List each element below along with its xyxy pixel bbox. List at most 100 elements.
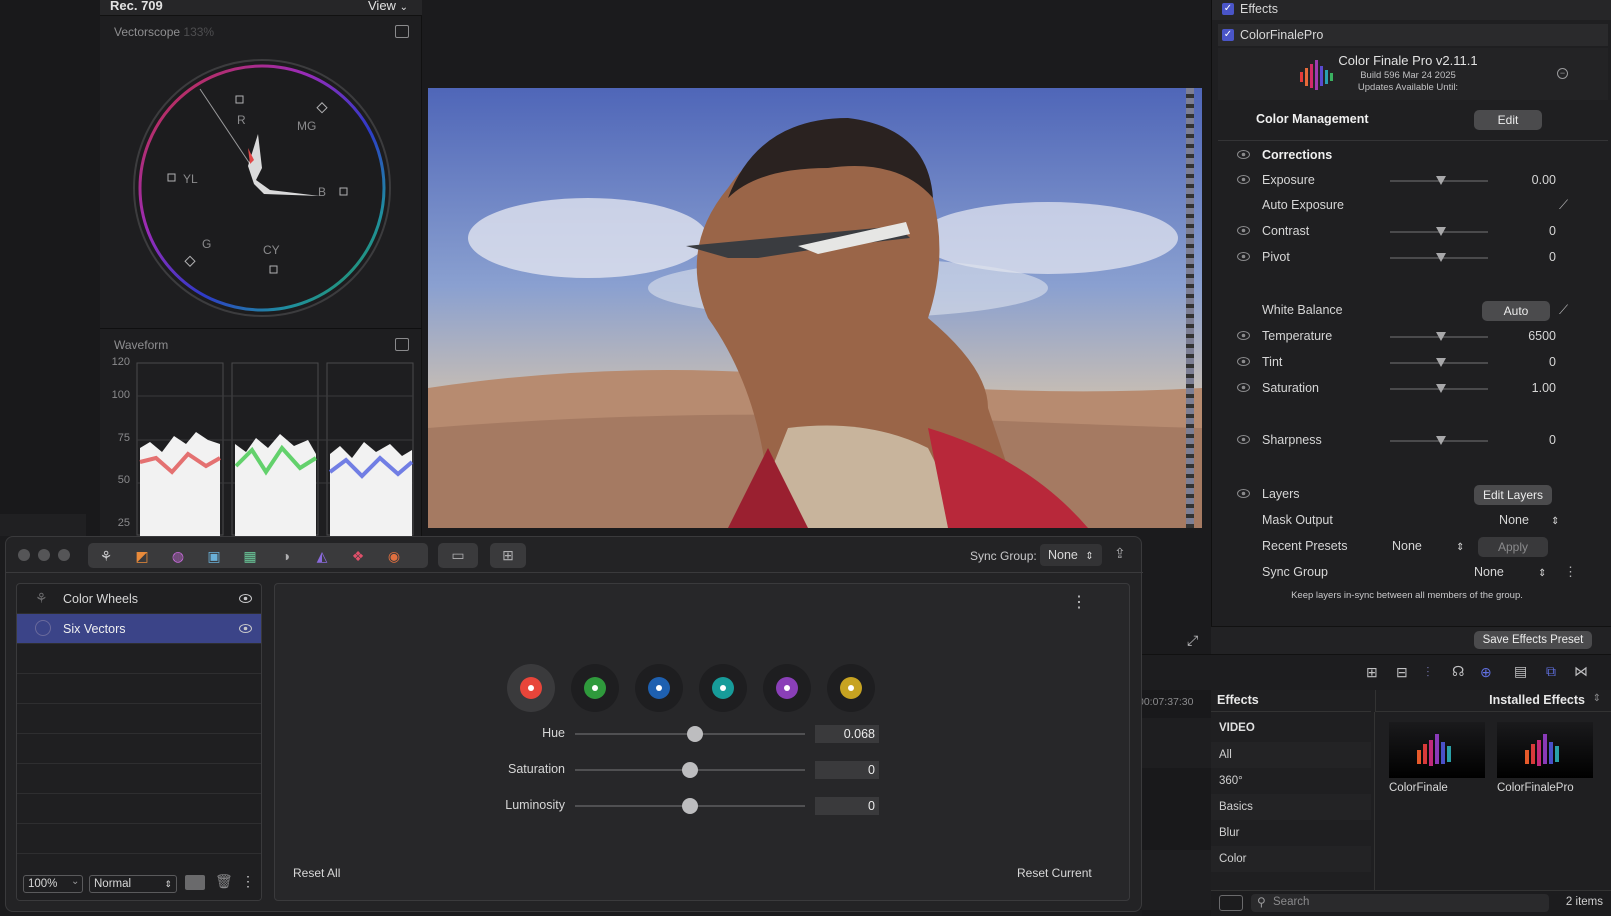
- zoom-window-button[interactable]: [58, 549, 70, 561]
- effect-thumbnail[interactable]: [1497, 722, 1593, 778]
- levels-tool-icon[interactable]: ▣: [202, 545, 226, 567]
- slider-knob[interactable]: [682, 762, 698, 778]
- exposure-value[interactable]: 0.00: [1496, 173, 1556, 187]
- slider-knob[interactable]: [1436, 253, 1446, 262]
- effects-checkbox[interactable]: ✓: [1222, 3, 1234, 15]
- blend-mode-select[interactable]: Normal ⇕: [89, 875, 177, 893]
- exposure-slider[interactable]: [1390, 176, 1488, 185]
- temperature-value[interactable]: 6500: [1496, 329, 1556, 343]
- effect-thumbnail[interactable]: [1389, 722, 1485, 778]
- reset-all-button[interactable]: Reset All: [293, 866, 340, 880]
- filmstrip-icon[interactable]: ▤: [1514, 663, 1527, 680]
- color-management-edit-button[interactable]: Edit: [1474, 110, 1542, 130]
- sync-group-select[interactable]: None ⇕: [1040, 544, 1102, 566]
- effect-enabled-checkbox[interactable]: ✓: [1222, 29, 1234, 41]
- mask-icon[interactable]: [185, 875, 205, 890]
- scope-settings-icon[interactable]: [395, 25, 409, 38]
- slider-knob[interactable]: [682, 798, 698, 814]
- contrast-value[interactable]: 0: [1496, 224, 1556, 238]
- color-vector-red-swatch[interactable]: [507, 664, 555, 712]
- more-options-icon[interactable]: ⋮: [1071, 592, 1087, 612]
- video-viewer[interactable]: [428, 88, 1202, 528]
- eye-icon[interactable]: [1237, 150, 1250, 159]
- grid-button[interactable]: ⊞: [490, 543, 526, 568]
- color-vector-magenta-swatch[interactable]: [763, 664, 811, 712]
- close-window-button[interactable]: [18, 549, 30, 561]
- vector-param-value[interactable]: 0.068: [815, 725, 879, 743]
- slider-knob[interactable]: [1436, 384, 1446, 393]
- slider-knob[interactable]: [1436, 176, 1446, 185]
- eye-icon[interactable]: [239, 594, 252, 603]
- pivot-value[interactable]: 0: [1496, 250, 1556, 264]
- view-menu[interactable]: View ⌄: [368, 0, 408, 13]
- slider-knob[interactable]: [1436, 227, 1446, 236]
- eye-icon[interactable]: [1237, 435, 1250, 444]
- tint-value[interactable]: 0: [1496, 355, 1556, 369]
- eye-icon[interactable]: [1237, 175, 1250, 184]
- eyedropper-icon[interactable]: ⟋: [1559, 302, 1568, 318]
- save-effects-preset-button[interactable]: Save Effects Preset: [1474, 631, 1592, 649]
- layer-row[interactable]: ⚘ Color Wheels: [17, 584, 261, 614]
- transitions-icon[interactable]: ⋈: [1574, 663, 1588, 680]
- solo-icon[interactable]: ⊕: [1480, 664, 1492, 681]
- saturation-slider[interactable]: [1390, 384, 1488, 393]
- sync-group-select[interactable]: None ⇕: [1474, 565, 1554, 579]
- eye-icon[interactable]: [1237, 357, 1250, 366]
- headphones-icon[interactable]: ☊: [1452, 663, 1464, 680]
- white-balance-auto-button[interactable]: Auto: [1482, 301, 1550, 321]
- eye-icon[interactable]: [239, 624, 252, 633]
- saturation-value[interactable]: 1.00: [1496, 381, 1556, 395]
- trash-icon[interactable]: 🗑: [215, 873, 233, 890]
- category-item[interactable]: All: [1211, 742, 1371, 768]
- search-field[interactable]: ⚲ Search: [1251, 894, 1549, 912]
- color-vector-cyan-swatch[interactable]: [699, 664, 747, 712]
- category-item[interactable]: 360°: [1211, 768, 1371, 794]
- hsl-tool-icon[interactable]: ❖: [346, 545, 370, 567]
- color-match-tool-icon[interactable]: ◉: [382, 545, 406, 567]
- timeline-area[interactable]: 00:07:37:30: [1138, 690, 1211, 916]
- effect-header[interactable]: ✓ ColorFinalePro: [1218, 24, 1608, 46]
- edit-layers-button[interactable]: Edit Layers: [1474, 485, 1552, 505]
- eye-icon[interactable]: [1237, 383, 1250, 392]
- eye-icon[interactable]: [1237, 331, 1250, 340]
- slider-knob[interactable]: [686, 726, 703, 742]
- layer-row[interactable]: Six Vectors: [17, 614, 261, 644]
- audio-skimming-icon[interactable]: ⫶: [1426, 664, 1430, 681]
- installed-effects-menu[interactable]: Installed Effects ⇕: [1375, 690, 1611, 712]
- recent-presets-select[interactable]: None ⇕: [1392, 539, 1472, 553]
- color-vector-blue-swatch[interactable]: [635, 664, 683, 712]
- clip-appearance-icon[interactable]: ⊞: [1366, 664, 1378, 681]
- contrast-slider[interactable]: [1390, 227, 1488, 236]
- sidebar-toggle-icon[interactable]: [1219, 895, 1243, 911]
- eye-icon[interactable]: [1237, 226, 1250, 235]
- category-item[interactable]: Basics: [1211, 794, 1371, 820]
- hue-curves-tool-icon[interactable]: ◍: [166, 545, 190, 567]
- export-icon[interactable]: ⇪: [1114, 545, 1126, 562]
- vector-param-value[interactable]: 0: [815, 761, 879, 779]
- lut-tool-icon[interactable]: ▦: [238, 545, 262, 567]
- curves-tool-icon[interactable]: ◩: [130, 545, 154, 567]
- more-options-icon[interactable]: ⋮: [241, 873, 255, 890]
- reset-current-button[interactable]: Reset Current: [1017, 866, 1092, 880]
- opacity-chevron-icon[interactable]: ⌄: [71, 876, 79, 887]
- eyedropper-icon[interactable]: ⟋: [1559, 197, 1568, 213]
- color-check-tool-icon[interactable]: ◭: [310, 545, 334, 567]
- mask-output-select[interactable]: None ⇕: [1477, 513, 1567, 527]
- collapse-icon[interactable]: −: [1557, 68, 1568, 79]
- vector-param-value[interactable]: 0: [815, 797, 879, 815]
- folder-button[interactable]: ▭: [438, 543, 478, 568]
- slider-knob[interactable]: [1436, 332, 1446, 341]
- waveform-settings-icon[interactable]: [395, 338, 409, 351]
- slider-knob[interactable]: [1436, 436, 1446, 445]
- sharpness-value[interactable]: 0: [1496, 433, 1556, 447]
- sharpness-slider[interactable]: [1390, 436, 1488, 445]
- apply-preset-button[interactable]: Apply: [1478, 537, 1548, 557]
- eye-icon[interactable]: [1237, 252, 1250, 261]
- minimize-window-button[interactable]: [38, 549, 50, 561]
- category-item[interactable]: Blur: [1211, 820, 1371, 846]
- eye-icon[interactable]: [1237, 489, 1250, 498]
- slider-knob[interactable]: [1436, 358, 1446, 367]
- temperature-slider[interactable]: [1390, 332, 1488, 341]
- mask-output-label[interactable]: Mask Output: [1262, 513, 1333, 527]
- pivot-slider[interactable]: [1390, 253, 1488, 262]
